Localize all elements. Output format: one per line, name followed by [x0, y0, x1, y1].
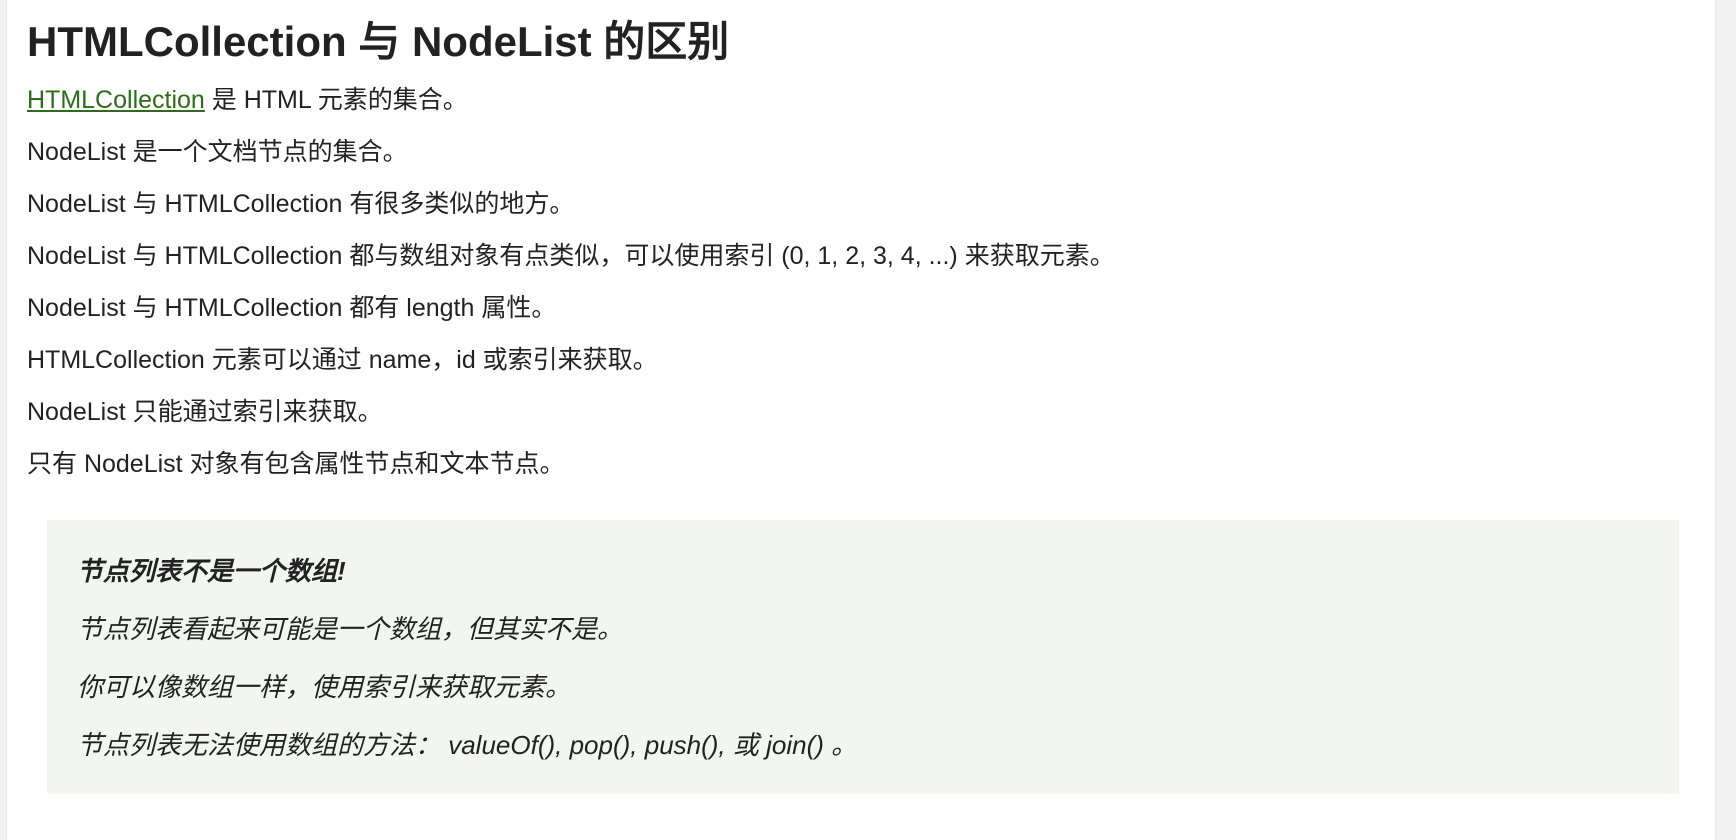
note-box: 节点列表不是一个数组! 节点列表看起来可能是一个数组，但其实不是。 你可以像数组…	[47, 520, 1679, 794]
note-title: 节点列表不是一个数组!	[77, 556, 346, 586]
paragraph-index: NodeList 与 HTMLCollection 都与数组对象有点类似，可以使…	[27, 242, 1115, 270]
paragraph-text: 是 HTML 元素的集合。	[204, 86, 468, 114]
note-line: 你可以像数组一样，使用索引来获取元素。	[77, 672, 572, 702]
page: HTMLCollection 与 NodeList 的区别 HTMLCollec…	[6, 0, 1716, 840]
paragraph-nodelist-index: NodeList 只能通过索引来获取。	[27, 398, 383, 426]
note-line: 节点列表看起来可能是一个数组，但其实不是。	[77, 614, 624, 644]
page-title: HTMLCollection 与 NodeList 的区别	[27, 18, 730, 65]
paragraph-nodelist: NodeList 是一个文档节点的集合。	[27, 138, 408, 166]
paragraph-htmlcollection: HTMLCollection 是 HTML 元素的集合。	[27, 74, 1687, 126]
paragraph-text-nodes: 只有 NodeList 对象有包含属性节点和文本节点。	[27, 450, 565, 478]
article-content: HTMLCollection 与 NodeList 的区别 HTMLCollec…	[27, 0, 1687, 490]
paragraph-length: NodeList 与 HTMLCollection 都有 length 属性。	[27, 294, 557, 322]
htmlcollection-link[interactable]: HTMLCollection	[27, 86, 205, 114]
paragraph-similarity: NodeList 与 HTMLCollection 有很多类似的地方。	[27, 190, 575, 218]
paragraph-access-methods: HTMLCollection 元素可以通过 name，id 或索引来获取。	[27, 346, 658, 374]
note-line: 节点列表无法使用数组的方法： valueOf(), pop(), push(),…	[77, 730, 858, 760]
